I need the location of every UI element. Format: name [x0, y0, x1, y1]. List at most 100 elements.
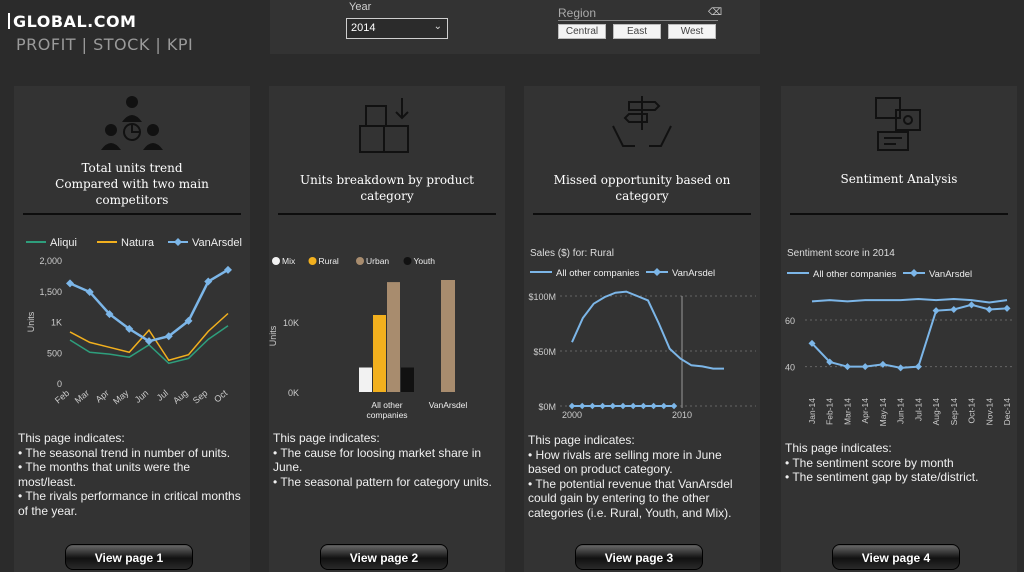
x-tick-label: companies — [366, 410, 407, 420]
x-tick-label: All other — [371, 400, 402, 410]
card-sentiment: Sentiment Analysis Sentiment score in 20… — [781, 86, 1017, 572]
bar — [441, 280, 455, 392]
y-tick-label: 10K — [283, 318, 299, 328]
y-tick-label: 500 — [47, 348, 62, 358]
x-tick-label: May-14 — [878, 398, 888, 426]
x-tick-label: Jan-14 — [807, 398, 817, 424]
legend-label: Rural — [319, 256, 339, 266]
brand-subtitle: PROFIT | STOCK | KPI — [16, 35, 194, 54]
x-tick-label: May — [111, 388, 131, 407]
y-tick-label: 0K — [288, 388, 299, 398]
y-tick-label: 60 — [785, 316, 795, 326]
units-trend-chart: Aliqui Natura VanArsdel 0 500 1K 1,500 2,000 Uni… — [14, 226, 250, 426]
x-tick-label: Apr-14 — [860, 398, 870, 424]
legend-label: Natura — [121, 237, 155, 249]
bar — [401, 367, 414, 392]
year-label: Year — [349, 1, 372, 13]
card-description: This page indicates: • The seasonal trend… — [18, 431, 241, 518]
data-point — [985, 306, 993, 313]
divider — [790, 213, 1008, 215]
bar — [387, 282, 400, 392]
legend-label: All other companies — [813, 269, 897, 280]
data-point — [861, 363, 869, 371]
x-tick-label: Nov-14 — [984, 398, 994, 426]
legend-marker — [910, 269, 918, 277]
legend-dot — [403, 257, 412, 265]
card-description: This page indicates: • The sentiment scor… — [785, 441, 979, 484]
chevron-down-icon: ⌄ — [433, 21, 442, 32]
card-title: Sentiment Analysis — [840, 172, 958, 186]
data-point — [599, 402, 606, 410]
bar — [373, 315, 386, 392]
year-select[interactable]: 2014 ⌄ — [346, 18, 448, 39]
data-point — [897, 364, 905, 372]
region-central-button[interactable]: Central — [558, 24, 606, 39]
legend-label: All other companies — [556, 268, 640, 279]
filter-bar: Year 2014 ⌄ Region ⌫ Central East West — [270, 0, 760, 54]
legend-label: VanArsdel — [192, 237, 242, 249]
data-point — [950, 306, 958, 313]
legend-dot — [272, 257, 280, 265]
card-units-breakdown: Units breakdown by product category Mix R… — [268, 86, 505, 572]
missed-opportunity-chart: Sales ($) for: Rural All other companies V… — [524, 226, 760, 426]
view-page-3-button[interactable]: View page 3 — [575, 544, 703, 570]
units-breakdown-chart: Mix Rural Urban Youth 0K 10K Units All other com… — [268, 226, 505, 426]
x-tick-label: Oct-14 — [967, 398, 977, 424]
x-tick-label: Jun-14 — [896, 398, 906, 424]
chart-title: Sales ($) for: Rural — [530, 248, 614, 259]
x-tick-label: Jul-14 — [913, 398, 923, 421]
brand-name: GLOBAL.COM — [8, 12, 193, 31]
data-point — [640, 402, 647, 410]
legend-label: VanArsdel — [929, 269, 972, 280]
data-point — [1003, 304, 1011, 312]
year-value: 2014 — [351, 22, 376, 34]
x-tick-label: Feb-14 — [825, 398, 835, 425]
data-point — [914, 363, 922, 371]
data-point — [968, 301, 976, 309]
feedback-icon — [781, 92, 1017, 158]
data-point — [650, 402, 657, 410]
data-point — [630, 402, 637, 410]
x-tick-label: Oct — [212, 388, 230, 405]
view-page-4-button[interactable]: View page 4 — [832, 544, 960, 570]
card-title: Missed opportunity based on category — [553, 173, 731, 203]
x-tick-label: Sep-14 — [949, 398, 959, 426]
x-tick-label: Aug-14 — [931, 398, 941, 426]
legend-label: Mix — [282, 256, 296, 266]
legend-label: Aliqui — [50, 237, 77, 249]
legend-dot — [308, 257, 317, 265]
x-tick-label: Jun — [133, 388, 151, 405]
x-tick-label: Mar-14 — [842, 398, 852, 425]
region-west-button[interactable]: West — [668, 24, 716, 39]
series-line — [811, 303, 1008, 369]
region-label: Region — [558, 6, 718, 21]
card-units-trend: Total units trend Compared with two main… — [14, 86, 250, 572]
x-tick-label: Jul — [155, 388, 170, 403]
card-description: This page indicates: • The cause for loos… — [273, 431, 492, 489]
y-tick-label: 40 — [785, 363, 795, 373]
view-page-1-button[interactable]: View page 1 — [65, 544, 193, 570]
x-tick-label: Mar — [73, 388, 91, 406]
data-point — [66, 279, 74, 288]
eraser-icon[interactable]: ⌫ — [708, 7, 722, 18]
legend-label: VanArsdel — [672, 268, 715, 279]
legend-dot — [356, 257, 364, 265]
card-missed-opportunity: Missed opportunity based on category Sal… — [524, 86, 760, 572]
card-title: Total units trend Compared with two main… — [55, 161, 209, 207]
brand: GLOBAL.COM PROFIT | STOCK | KPI — [8, 12, 193, 54]
divider — [23, 213, 241, 215]
chart-title: Sentiment score in 2014 — [787, 248, 895, 259]
region-east-button[interactable]: East — [613, 24, 661, 39]
card-description: This page indicates: • How rivals are sel… — [528, 433, 733, 520]
data-point — [843, 363, 851, 371]
x-tick-label: 2010 — [672, 410, 692, 420]
sentiment-chart: Sentiment score in 2014 All other compani… — [781, 226, 1017, 426]
data-point — [568, 402, 576, 410]
view-page-2-button[interactable]: View page 2 — [320, 544, 448, 570]
y-tick-label: $0M — [538, 402, 556, 412]
team-chart-icon — [14, 92, 250, 158]
data-point — [589, 402, 596, 410]
y-tick-label: 2,000 — [39, 256, 62, 266]
data-point — [579, 402, 586, 410]
x-tick-label: Sep — [191, 388, 210, 406]
